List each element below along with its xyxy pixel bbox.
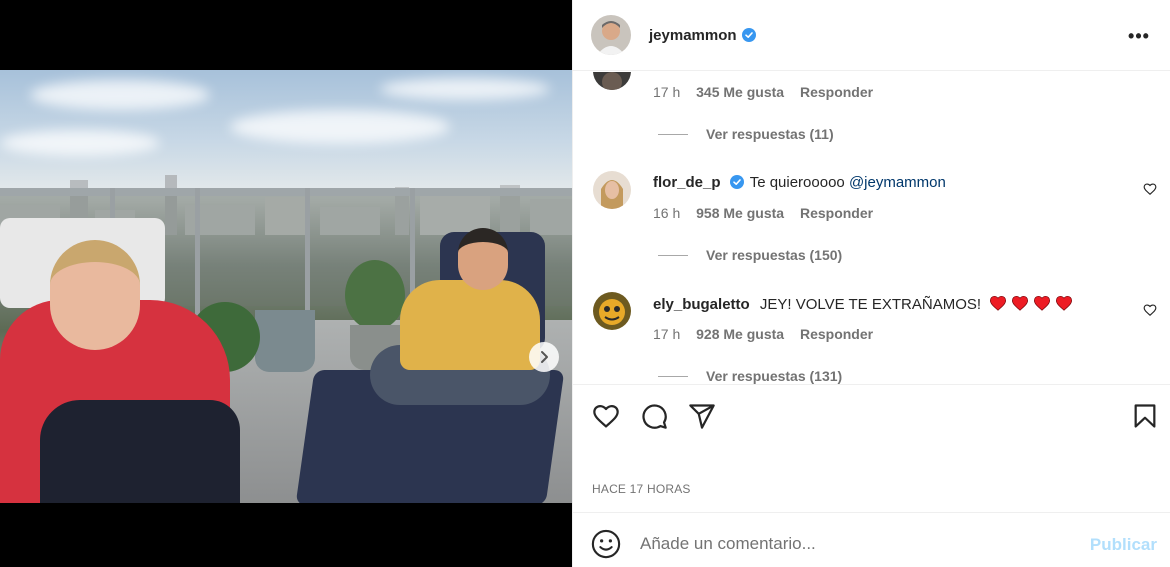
comment-text: flor_de_p Te quierooooo @jeymammon — [653, 174, 946, 191]
add-comment-bar: Publicar — [573, 512, 1170, 567]
balcony-rail — [0, 188, 572, 196]
mention-link[interactable]: @jeymammon — [849, 174, 946, 191]
comment-avatar[interactable] — [593, 72, 631, 90]
comment-username[interactable]: flor_de_p — [653, 174, 721, 191]
verified-badge-icon — [729, 175, 744, 189]
comment-meta: 17 h 928 Me gusta Responder — [653, 326, 885, 342]
more-options-button[interactable]: ••• — [1127, 24, 1151, 48]
like-comment-heart-icon[interactable] — [1143, 303, 1157, 317]
bookmark-icon[interactable] — [1131, 402, 1159, 430]
comment-username[interactable]: ely_bugaletto — [653, 296, 750, 313]
red-heart-emoji-icon — [1034, 295, 1051, 311]
heart-emoji-group — [985, 295, 1073, 313]
view-replies-button[interactable]: Ver respuestas (150) — [658, 247, 842, 263]
comment-meta: 16 h 958 Me gusta Responder — [653, 205, 885, 221]
comment-time[interactable]: 16 h — [653, 205, 680, 221]
red-heart-emoji-icon — [1056, 295, 1073, 311]
comment-icon[interactable] — [640, 402, 668, 430]
comment-input[interactable] — [640, 528, 1070, 560]
comment-likes[interactable]: 958 Me gusta — [696, 205, 784, 221]
heart-icon[interactable] — [592, 402, 620, 430]
comment-reply-button[interactable]: Responder — [800, 205, 873, 221]
view-replies-button[interactable]: Ver respuestas (11) — [658, 126, 834, 142]
profile-avatar-icon[interactable] — [591, 15, 631, 55]
comment-avatar[interactable] — [593, 292, 631, 330]
red-heart-emoji-icon — [990, 295, 1007, 311]
post-sidebar: jeymammon ••• 17 h 345 Me gusta Responde… — [572, 0, 1170, 567]
comments-list: 17 h 345 Me gusta Responder Ver respuest… — [573, 72, 1170, 384]
post-author-username[interactable]: jeymammon — [649, 27, 737, 44]
publish-button[interactable]: Publicar — [1090, 535, 1157, 555]
send-icon[interactable] — [688, 402, 716, 430]
comment-reply-button[interactable]: Responder — [800, 326, 873, 342]
comment-meta: 17 h 345 Me gusta Responder — [653, 84, 885, 100]
post-action-bar — [573, 384, 1170, 444]
carousel-next-button[interactable] — [529, 342, 559, 372]
smiley-icon[interactable] — [591, 529, 621, 559]
comment-avatar[interactable] — [593, 171, 631, 209]
comment-time[interactable]: 17 h — [653, 84, 680, 100]
post-photo[interactable] — [0, 70, 572, 503]
red-heart-emoji-icon — [1012, 295, 1029, 311]
verified-badge-icon — [741, 28, 756, 42]
comment-likes[interactable]: 928 Me gusta — [696, 326, 784, 342]
comment-body: Te quierooooo — [749, 174, 849, 191]
comment-text: ely_bugaletto JEY! VOLVE TE EXTRAÑAMOS! — [653, 295, 1073, 313]
comment-time[interactable]: 17 h — [653, 326, 680, 342]
like-comment-heart-icon[interactable] — [1143, 182, 1157, 196]
post-timestamp[interactable]: HACE 17 HORAS — [592, 482, 691, 496]
post-header: jeymammon ••• — [573, 0, 1170, 71]
comment-reply-button[interactable]: Responder — [800, 84, 873, 100]
post-media — [0, 0, 572, 567]
comment-body: JEY! VOLVE TE EXTRAÑAMOS! — [759, 296, 982, 313]
comment-likes[interactable]: 345 Me gusta — [696, 84, 784, 100]
view-replies-button[interactable]: Ver respuestas (131) — [658, 368, 842, 384]
more-icon: ••• — [1128, 25, 1150, 46]
chevron-right-icon — [541, 351, 548, 363]
